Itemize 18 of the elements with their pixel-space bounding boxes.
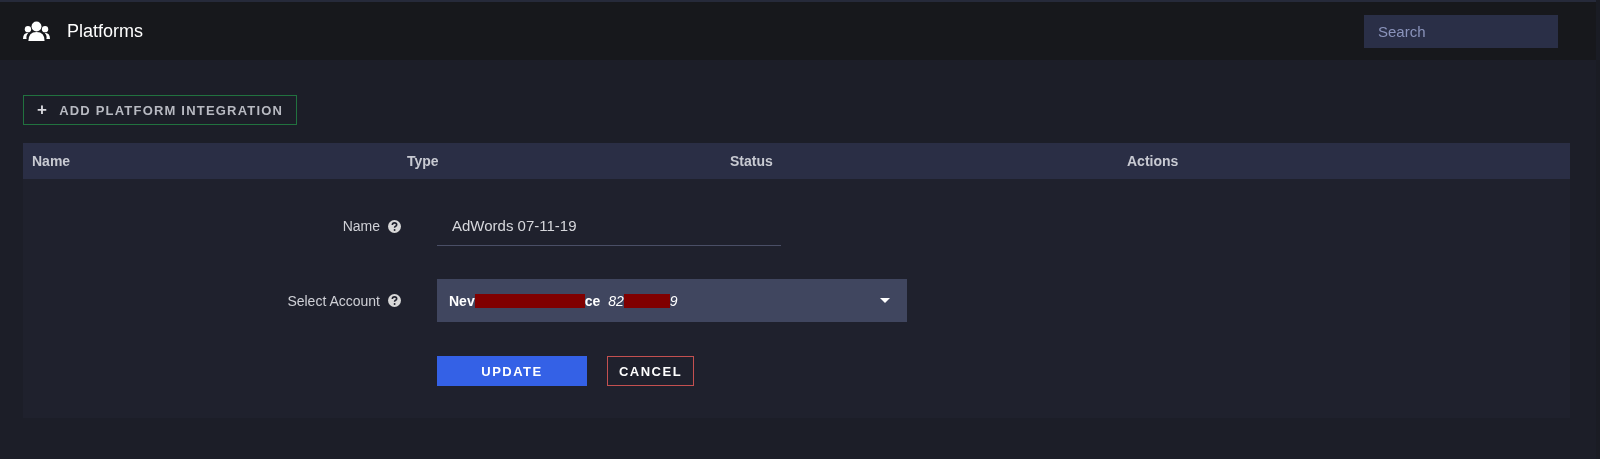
cancel-button[interactable]: CANCEL [607,356,694,386]
update-button[interactable]: UPDATE [437,356,587,386]
account-dropdown[interactable]: Nev ce 82 9 [437,279,907,322]
column-header: Name [32,153,72,169]
column-header: Status [730,153,774,169]
users-icon [23,21,50,41]
search-field[interactable]: Search [1364,14,1558,48]
name-field[interactable]: AdWords 07-11-19 [437,206,781,246]
page-title: Platforms [67,20,144,42]
field-label: Select Account [287,292,380,309]
add-platform-button[interactable]: + ADD PLATFORM INTEGRATION [23,95,298,125]
column-header: Type [407,153,440,169]
redaction-bar [623,293,670,308]
field-label: Name [342,218,380,234]
caret-icon [880,298,890,303]
column-header: Actions [1127,153,1180,169]
help-icon[interactable] [388,219,401,233]
help-icon[interactable] [388,294,401,307]
